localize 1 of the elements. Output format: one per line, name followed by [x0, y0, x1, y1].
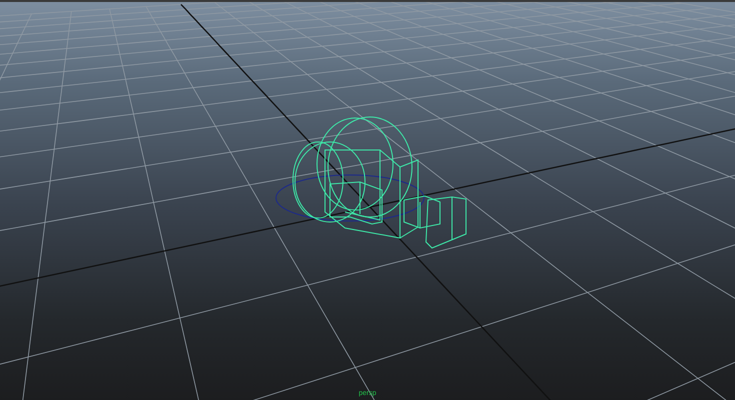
camera-wireframe-drawing[interactable] — [276, 116, 466, 249]
